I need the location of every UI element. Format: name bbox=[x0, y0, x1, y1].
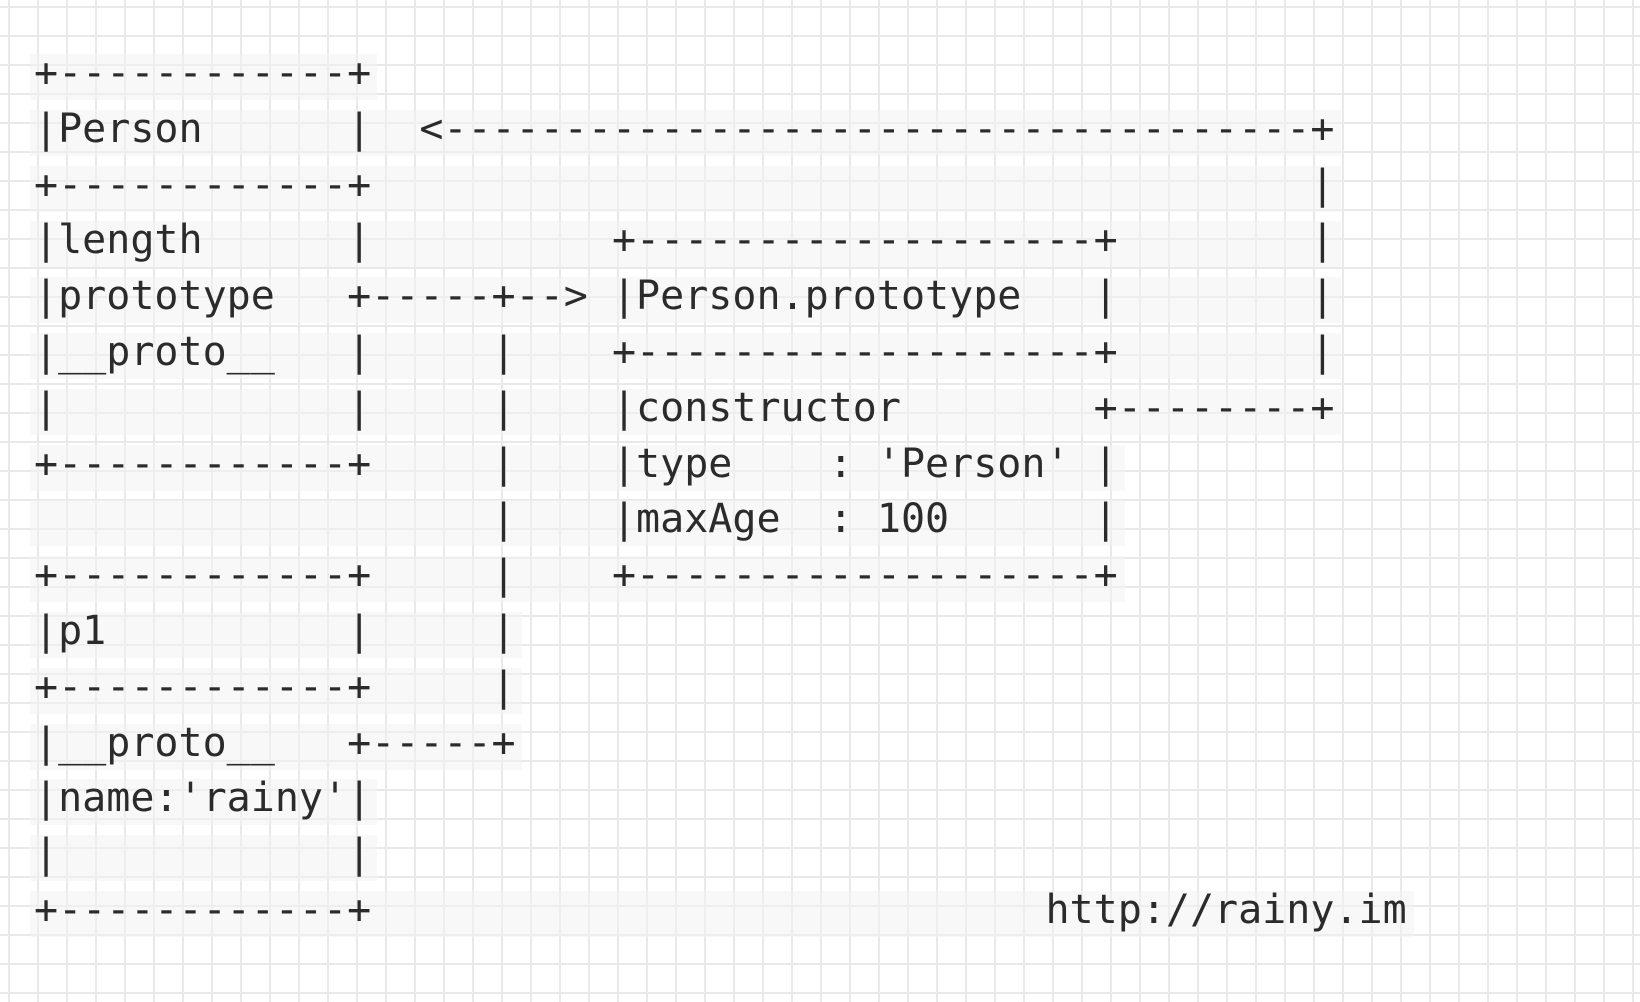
person-title-divider: +------------+ | bbox=[34, 162, 1335, 208]
p1-title-divider: +------------+ | bbox=[34, 664, 516, 710]
person-length-row: |length | +-------------------+ | bbox=[34, 217, 1335, 263]
constructor-row: | | | |constructor +--------+ bbox=[34, 385, 1335, 431]
person-prototype-row: |prototype +-----+--> |Person.prototype … bbox=[34, 273, 1335, 319]
maxage-row: | |maxAge : 100 | bbox=[34, 496, 1118, 542]
p1-title-row: |p1 | | bbox=[34, 608, 516, 654]
p1-empty-row: | | bbox=[34, 831, 372, 877]
p1-name-row: |name:'rainy'| bbox=[34, 775, 372, 821]
footer-row: +------------+ http://rainy.im bbox=[34, 887, 1407, 933]
type-row: +------------+ | |type : 'Person' | bbox=[34, 441, 1118, 487]
person-box-top-border: +------------+ bbox=[34, 50, 372, 96]
ascii-prototype-diagram: +------------+ |Person | <---------------… bbox=[0, 0, 1640, 1002]
person-proto-row: |__proto__ | | +-------------------+ | bbox=[34, 329, 1335, 375]
person-title-row: |Person | <-----------------------------… bbox=[34, 106, 1335, 152]
p1-proto-row: |__proto__ +-----+ bbox=[34, 720, 516, 766]
p1-box-top-border: +------------+ | +-------------------+ bbox=[34, 552, 1118, 598]
